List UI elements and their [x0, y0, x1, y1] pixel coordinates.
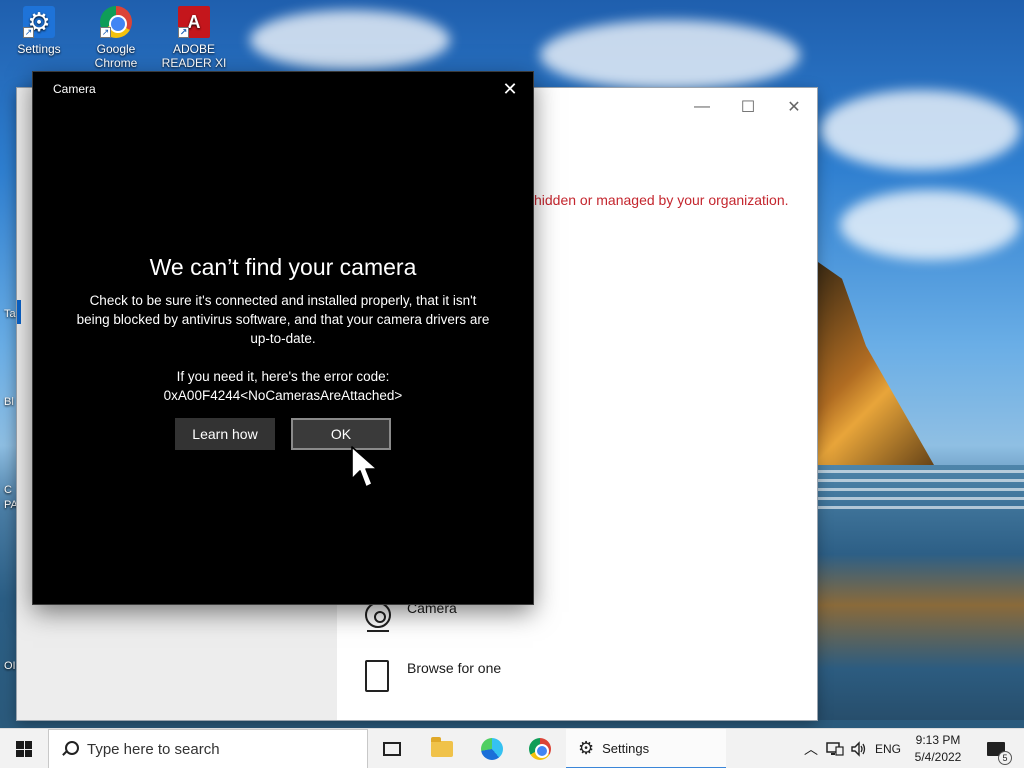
option-label: Browse for one	[407, 660, 502, 676]
wallpaper-cliff	[818, 262, 938, 472]
desktop-icon-label: Settings	[17, 42, 61, 56]
desktop-edge-label: Ta	[4, 308, 16, 320]
chrome-icon	[529, 738, 551, 760]
maximize-button[interactable]: ☐	[725, 92, 771, 122]
option-browse[interactable]: Browse for one	[363, 660, 501, 696]
settings-icon: ⚙ ↗	[23, 6, 55, 38]
managed-by-organization-message: hidden or managed by your organization.	[534, 192, 789, 208]
edge-icon	[481, 738, 503, 760]
wallpaper-cloud	[250, 10, 450, 70]
search-icon	[61, 741, 79, 757]
dialog-body-text: Check to be sure it's connected and inst…	[76, 293, 490, 346]
desktop-edge-label: Bl	[4, 396, 14, 408]
folder-icon	[431, 737, 453, 757]
minimize-button[interactable]: —	[679, 92, 725, 122]
chrome-taskbar-button[interactable]	[516, 729, 564, 768]
task-view-icon	[383, 742, 401, 756]
network-button[interactable]	[824, 729, 846, 768]
desktop-edge-label: PA	[4, 499, 18, 511]
gear-icon: ⚙	[578, 737, 595, 758]
option-camera[interactable]: Camera	[363, 600, 457, 636]
file-icon	[363, 660, 391, 696]
desktop-icon-settings[interactable]: ⚙ ↗ Settings	[3, 6, 75, 56]
show-hidden-icons-button[interactable]: ︿	[800, 729, 822, 768]
action-center-button[interactable]: 5	[976, 729, 1016, 768]
speaker-icon	[851, 741, 866, 757]
shortcut-arrow-icon: ↗	[178, 27, 189, 38]
clock[interactable]: 9:13 PM 5/4/2022	[908, 732, 968, 766]
taskbar-app-label: Settings	[602, 740, 650, 756]
notification-icon: 5	[987, 742, 1012, 765]
clock-date: 5/4/2022	[914, 750, 962, 764]
camera-icon	[363, 600, 391, 636]
learn-how-button[interactable]: Learn how	[175, 418, 275, 450]
network-icon	[826, 742, 844, 756]
error-intro: If you need it, here's the error code:	[176, 369, 390, 384]
windows-logo-icon	[16, 741, 32, 757]
close-icon[interactable]: ✕	[497, 76, 523, 102]
error-code-block: If you need it, here's the error code: 0…	[33, 367, 533, 405]
camera-error-dialog: Camera ✕ We can’t find your camera Check…	[33, 72, 533, 604]
dialog-title: Camera	[53, 82, 96, 96]
mouse-pointer-icon	[351, 446, 378, 488]
file-explorer-button[interactable]	[418, 729, 466, 768]
wallpaper-cloud	[840, 190, 1020, 260]
notification-count-badge: 5	[998, 751, 1012, 765]
desktop-icon-chrome[interactable]: ↗ Google Chrome	[80, 6, 152, 70]
close-button[interactable]: ✕	[771, 92, 817, 122]
desktop-edge-label: OI	[4, 660, 16, 672]
settings-sidebar-selection	[17, 300, 21, 324]
start-button[interactable]	[0, 729, 48, 768]
desktop-icon-label: Google Chrome	[94, 42, 138, 70]
wallpaper-cloud	[540, 20, 800, 90]
shortcut-arrow-icon: ↗	[23, 27, 34, 38]
desktop-edge-label: C	[4, 484, 12, 496]
taskbar: Type here to search ⚙ Settings ︿ ENG 9:1…	[0, 728, 1024, 768]
taskbar-search-box[interactable]: Type here to search	[48, 729, 368, 768]
language-indicator[interactable]: ENG	[872, 729, 904, 768]
shortcut-arrow-icon: ↗	[100, 27, 111, 38]
volume-button[interactable]	[848, 729, 870, 768]
wallpaper-cloud	[820, 90, 1020, 170]
search-placeholder: Type here to search	[87, 740, 220, 758]
edge-button[interactable]	[468, 729, 516, 768]
chevron-up-icon: ︿	[804, 741, 818, 757]
dialog-heading: We can’t find your camera	[149, 254, 417, 280]
error-code: 0xA00F4244<NoCamerasAreAttached>	[163, 388, 403, 403]
chrome-icon: ↗	[100, 6, 132, 38]
wallpaper-shore	[818, 470, 1024, 510]
clock-time: 9:13 PM	[915, 733, 961, 747]
task-view-button[interactable]	[368, 729, 416, 768]
adobe-reader-icon: A ↗	[178, 6, 210, 38]
taskbar-settings-app[interactable]: ⚙ Settings	[566, 729, 726, 768]
